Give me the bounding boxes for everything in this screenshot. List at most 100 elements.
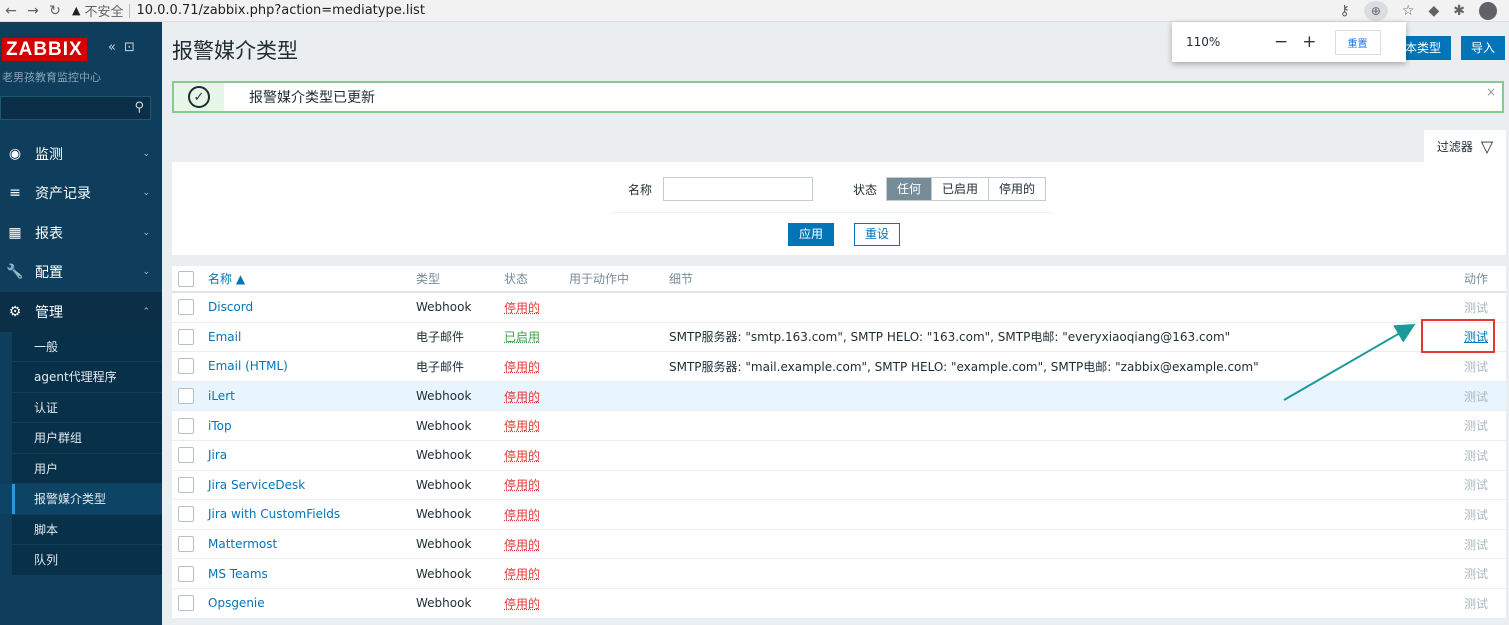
row-checkbox[interactable] — [178, 447, 194, 464]
submenu-item-media-types[interactable]: 报警媒介类型 — [0, 484, 162, 515]
row-checkbox[interactable] — [178, 506, 194, 523]
row-status-link[interactable]: 已启用 — [504, 328, 540, 345]
zoom-icon[interactable]: ⊕ — [1363, 1, 1388, 21]
row-checkbox[interactable] — [178, 328, 194, 345]
menu-item-inventory[interactable]: ≡ 资产记录 ⌄ — [0, 174, 162, 214]
row-status-link[interactable]: 停用的 — [504, 476, 540, 493]
row-test-link[interactable]: 测试 — [1464, 565, 1488, 582]
sidebar-search-input[interactable]: ⚲ — [0, 96, 151, 120]
search-icon[interactable]: ⚲ — [134, 100, 144, 115]
row-name-link[interactable]: Jira ServiceDesk — [208, 478, 305, 492]
submenu-item-queue[interactable]: 队列 — [0, 545, 162, 576]
row-name-link[interactable]: iLert — [208, 389, 235, 403]
back-icon[interactable]: ← — [0, 3, 22, 19]
row-checkbox[interactable] — [178, 476, 194, 493]
row-test-link[interactable]: 测试 — [1464, 417, 1488, 434]
row-test-link[interactable]: 测试 — [1464, 536, 1488, 553]
check-icon: ✓ — [188, 86, 210, 108]
extension-icon[interactable]: ◆ — [1428, 3, 1439, 19]
success-message: ✓ 报警媒介类型已更新 × — [172, 81, 1504, 113]
row-checkbox[interactable] — [178, 595, 194, 612]
row-checkbox[interactable] — [178, 388, 194, 405]
key-icon[interactable]: ⚷ — [1340, 3, 1350, 19]
row-name-link[interactable]: Opsgenie — [208, 596, 265, 610]
header-status[interactable]: 状态 — [504, 270, 528, 287]
row-test-link[interactable]: 测试 — [1464, 476, 1488, 493]
address-bar[interactable]: ▲ 不安全 10.0.0.71/zabbix.php?action=mediat… — [72, 1, 425, 20]
row-name-link[interactable]: Email (HTML) — [208, 359, 288, 373]
kiosk-icon[interactable]: ⊡ — [124, 40, 135, 55]
row-type: Webhook — [416, 477, 472, 492]
reload-icon[interactable]: ↻ — [44, 3, 66, 19]
menu-item-configuration[interactable]: 🔧 配置 ⌄ — [0, 253, 162, 293]
reset-button[interactable]: 重设 — [854, 223, 901, 246]
row-name-link[interactable]: Jira with CustomFields — [208, 507, 340, 521]
submenu-item-scripts[interactable]: 脚本 — [0, 515, 162, 545]
submenu-item-user-groups[interactable]: 用户群组 — [0, 423, 162, 454]
row-checkbox[interactable] — [178, 536, 194, 553]
zoom-out-button[interactable]: − — [1274, 32, 1288, 52]
row-name-link[interactable]: Mattermost — [208, 537, 277, 551]
row-checkbox[interactable] — [178, 565, 194, 582]
puzzle-icon[interactable]: ✱ — [1453, 3, 1465, 19]
close-icon[interactable]: × — [1486, 85, 1496, 99]
row-checkbox[interactable] — [178, 417, 194, 434]
row-test-link[interactable]: 测试 — [1464, 388, 1488, 405]
row-name-link[interactable]: iTop — [208, 419, 232, 433]
header-type[interactable]: 类型 — [416, 270, 440, 287]
collapse-icon[interactable]: « — [108, 40, 116, 55]
menu-item-monitoring[interactable]: ◉ 监测 ⌄ — [0, 134, 162, 174]
row-status-link[interactable]: 停用的 — [504, 417, 540, 434]
header-name[interactable]: 名称 ▲ — [208, 270, 245, 287]
row-name-link[interactable]: MS Teams — [208, 567, 268, 581]
row-test-link[interactable]: 测试 — [1464, 447, 1488, 464]
row-status-link[interactable]: 停用的 — [504, 595, 540, 612]
row-type: Webhook — [416, 389, 472, 404]
status-option-enabled[interactable]: 已启用 — [932, 178, 990, 200]
status-option-any[interactable]: 任何 — [887, 178, 933, 200]
row-details: SMTP服务器: "mail.example.com", SMTP HELO: … — [669, 359, 1259, 374]
select-all-checkbox[interactable] — [178, 270, 194, 287]
apply-button[interactable]: 应用 — [788, 223, 835, 246]
org-name: 老男孩教育监控中心 — [2, 71, 101, 84]
row-type: Webhook — [416, 507, 472, 522]
url-text: 10.0.0.71/zabbix.php?action=mediatype.li… — [136, 3, 425, 18]
row-status-link[interactable]: 停用的 — [504, 565, 540, 582]
row-name-link[interactable]: Discord — [208, 300, 253, 314]
forward-icon[interactable]: → — [22, 3, 44, 19]
menu-item-administration[interactable]: ⚙ 管理 ⌃ — [0, 292, 162, 332]
row-name-link[interactable]: Email — [208, 330, 241, 344]
row-checkbox[interactable] — [178, 299, 194, 316]
row-test-link[interactable]: 测试 — [1464, 299, 1488, 316]
filter-name-input[interactable] — [663, 177, 813, 201]
row-status-link[interactable]: 停用的 — [504, 299, 540, 316]
zoom-in-button[interactable]: + — [1302, 32, 1316, 52]
star-icon[interactable]: ☆ — [1402, 3, 1415, 19]
profile-avatar-icon[interactable] — [1479, 2, 1497, 20]
filter-tab[interactable]: 过滤器 ▽ — [1424, 130, 1506, 162]
eye-icon: ◉ — [8, 145, 22, 162]
submenu-item-proxies[interactable]: agent代理程序 — [0, 362, 162, 393]
table-row: iTop Webhook 停用的 测试 — [172, 411, 1506, 441]
import-button[interactable]: 导入 — [1460, 36, 1505, 60]
warning-icon: ▲ — [72, 4, 81, 17]
submenu-item-users[interactable]: 用户 — [0, 454, 162, 484]
zabbix-logo[interactable]: ZABBIX — [2, 38, 87, 61]
row-name-link[interactable]: Jira — [208, 448, 227, 462]
submenu-item-authentication[interactable]: 认证 — [0, 393, 162, 423]
row-test-link[interactable]: 测试 — [1464, 358, 1488, 375]
status-option-disabled[interactable]: 停用的 — [989, 178, 1045, 200]
row-checkbox[interactable] — [178, 358, 194, 375]
row-status-link[interactable]: 停用的 — [504, 536, 540, 553]
row-test-link[interactable]: 测试 — [1464, 595, 1488, 612]
row-status-link[interactable]: 停用的 — [504, 506, 540, 523]
row-test-link[interactable]: 测试 — [1464, 506, 1488, 523]
row-status-link[interactable]: 停用的 — [504, 358, 540, 375]
submenu-item-general[interactable]: 一般 — [0, 332, 162, 362]
menu-item-reports[interactable]: ▦ 报表 ⌄ — [0, 213, 162, 253]
row-details: SMTP服务器: "smtp.163.com", SMTP HELO: "163… — [669, 330, 1231, 345]
row-status-link[interactable]: 停用的 — [504, 447, 540, 464]
table-row: MS Teams Webhook 停用的 测试 — [172, 559, 1506, 589]
zoom-reset-button[interactable]: 重置 — [1334, 29, 1381, 55]
row-status-link[interactable]: 停用的 — [504, 388, 540, 405]
